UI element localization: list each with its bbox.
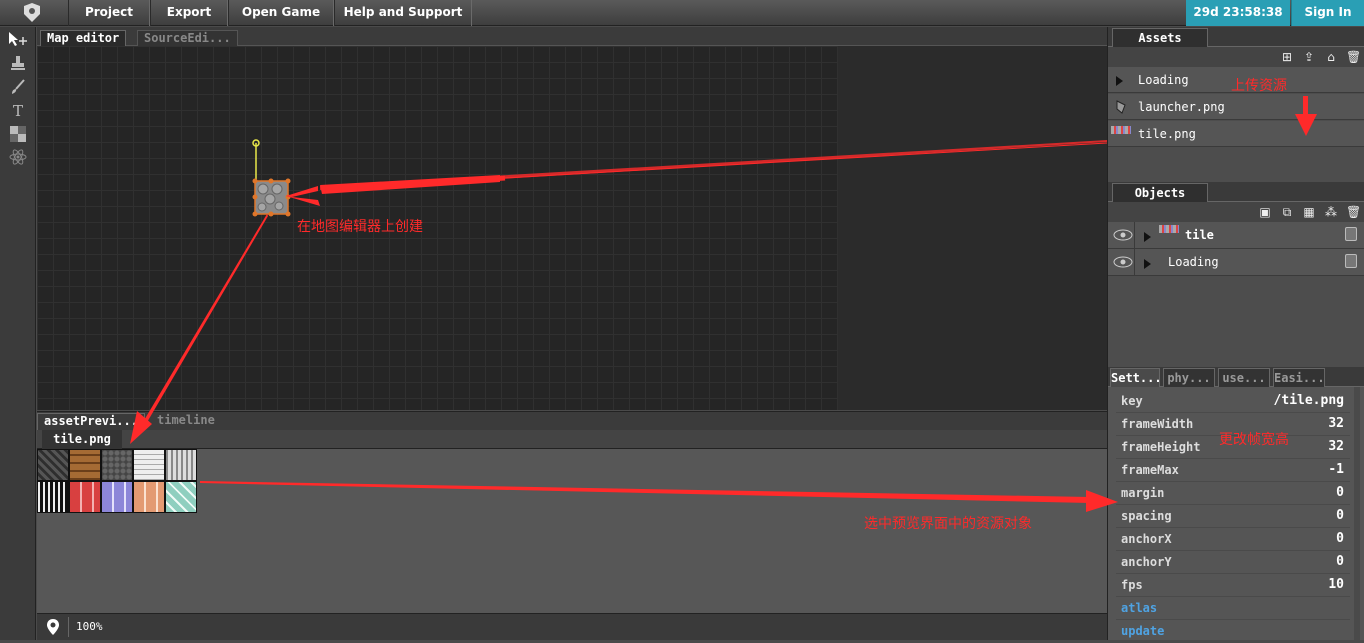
annotation-change-frame: 更改帧宽高: [1219, 432, 1289, 448]
annotation-select-asset: 选中预览界面中的资源对象: [864, 516, 1032, 532]
annotation-arrows: [130, 96, 1317, 512]
annotation-create: 在地图编辑器上创建: [297, 219, 423, 235]
annotation-upload: 上传资源: [1231, 78, 1287, 94]
